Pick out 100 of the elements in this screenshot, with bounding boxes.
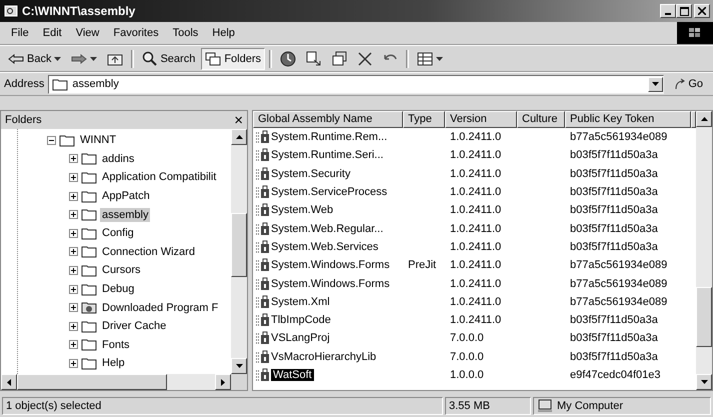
menu-item[interactable]: File [4, 27, 36, 39]
back-button[interactable]: Back [4, 48, 66, 70]
column-header[interactable]: Global Assembly Name [253, 111, 403, 128]
expand-icon[interactable] [69, 192, 78, 201]
zone-label: My Computer [557, 400, 624, 412]
menu-item[interactable]: View [68, 27, 106, 39]
expand-icon[interactable] [69, 303, 78, 312]
column-header[interactable]: Culture [517, 111, 565, 128]
back-arrow-icon [8, 54, 24, 64]
expand-icon[interactable] [69, 154, 78, 164]
tree-item[interactable]: Application Compatibilit [100, 170, 218, 184]
expand-icon[interactable] [69, 266, 78, 275]
table-cell: 7.0.0.0 [450, 332, 484, 344]
collapse-icon[interactable] [47, 136, 56, 145]
clock-globe-icon [280, 50, 296, 66]
expand-icon[interactable] [69, 228, 78, 238]
address-label: Address [4, 78, 44, 90]
assembly-name[interactable]: System.ServiceProcess [271, 186, 388, 198]
vertical-scrollbar[interactable] [696, 111, 712, 390]
column-header[interactable]: Version [445, 111, 517, 128]
caret-icon [90, 56, 98, 60]
table-cell: b03f5f7f11d50a3a [570, 332, 658, 344]
table-cell: b77a5c561934e089 [570, 278, 668, 290]
assembly-name[interactable]: WatSoft [271, 369, 314, 381]
delete-x-icon [358, 52, 372, 66]
table-cell: b03f5f7f11d50a3a [570, 350, 658, 363]
assembly-name[interactable]: System.Runtime.Rem... [271, 131, 388, 144]
up-arrow-icon [236, 135, 242, 139]
expand-icon[interactable] [69, 322, 78, 331]
assembly-name[interactable]: System.Runtime.Seri... [271, 149, 384, 162]
tree-item[interactable]: Config [100, 226, 136, 240]
table-cell: e9f47cedc04f01e3 [570, 369, 661, 381]
assembly-name[interactable]: VsMacroHierarchyLib [271, 350, 376, 363]
expand-icon[interactable] [69, 247, 78, 256]
table-cell: 1.0.2411.0 [450, 240, 502, 253]
windows-flag-icon [688, 27, 702, 39]
tree-item[interactable]: assembly [100, 208, 150, 222]
assembly-name[interactable]: System.Windows.Forms [271, 278, 390, 290]
scroll-thumb[interactable] [696, 287, 712, 347]
go-button[interactable]: Go [668, 78, 709, 90]
maximize-button[interactable] [676, 4, 692, 18]
assembly-name[interactable]: TlbImpCode [271, 314, 331, 326]
folder-icon [81, 208, 97, 222]
caret-icon [54, 56, 62, 60]
tree-item[interactable]: Cursors [100, 263, 143, 278]
assembly-icon [255, 350, 271, 364]
column-header[interactable]: Type [403, 111, 445, 128]
tree-item[interactable]: Connection Wizard [100, 244, 197, 259]
close-icon [698, 7, 706, 15]
address-field[interactable]: assembly [48, 74, 664, 94]
assembly-icon [255, 258, 271, 272]
menu-item[interactable]: Edit [36, 27, 69, 39]
tree-item[interactable]: Help [100, 356, 127, 370]
assembly-name[interactable]: System.Web.Services [271, 240, 378, 253]
tree-item[interactable]: WINNT [78, 133, 118, 148]
table-cell: b77a5c561934e089 [570, 131, 668, 144]
tree-item[interactable]: Fonts [100, 338, 132, 352]
tree-item[interactable]: Debug [100, 282, 136, 296]
minimize-button[interactable] [660, 4, 676, 18]
folder-icon [81, 226, 97, 240]
menu-item[interactable]: Favorites [106, 27, 166, 39]
folder-icon [81, 338, 97, 352]
vertical-scrollbar[interactable] [231, 129, 247, 374]
assembly-name[interactable]: System.Web [271, 204, 334, 216]
folder-up-icon [107, 52, 124, 66]
expand-icon[interactable] [69, 284, 78, 294]
expand-icon[interactable] [69, 172, 78, 182]
dropdown-button[interactable] [648, 76, 664, 92]
menu-item[interactable]: Tools [166, 27, 206, 39]
assembly-name[interactable]: System.Security [271, 168, 350, 180]
assembly-name[interactable]: System.Web.Regular... [271, 222, 384, 235]
folder-icon [81, 282, 97, 296]
folders-button[interactable]: Folders [201, 48, 266, 70]
tree-item[interactable]: AppPatch [100, 189, 152, 204]
status-message: 1 object(s) selected [2, 397, 443, 415]
expand-icon[interactable] [69, 210, 78, 220]
column-header[interactable]: Public Key Token [565, 111, 691, 128]
tree-item[interactable]: Downloaded Program F [100, 300, 220, 315]
menu-item[interactable]: Help [205, 27, 242, 39]
assembly-name[interactable]: System.Xml [271, 296, 330, 308]
folder-icon [81, 245, 97, 258]
search-icon [142, 51, 158, 66]
close-pane-button[interactable]: × [234, 112, 243, 128]
close-button[interactable] [694, 4, 710, 18]
expand-icon[interactable] [69, 340, 78, 350]
scroll-thumb[interactable] [17, 374, 167, 390]
table-cell: b77a5c561934e089 [570, 259, 668, 272]
tree-item[interactable]: Driver Cache [100, 319, 168, 334]
views-grid-icon [417, 52, 434, 66]
down-arrow-icon [700, 380, 708, 384]
scroll-thumb[interactable] [231, 213, 247, 277]
horizontal-scrollbar[interactable] [1, 374, 247, 390]
caret-icon [652, 82, 660, 86]
search-button[interactable]: Search [138, 48, 200, 70]
assembly-name[interactable]: VSLangProj [271, 332, 330, 344]
assembly-icon [255, 130, 271, 144]
assembly-name[interactable]: System.Windows.Forms [271, 259, 390, 272]
tree-item[interactable]: addins [100, 152, 136, 166]
go-arrow-icon [674, 78, 686, 90]
expand-icon[interactable] [69, 358, 78, 368]
